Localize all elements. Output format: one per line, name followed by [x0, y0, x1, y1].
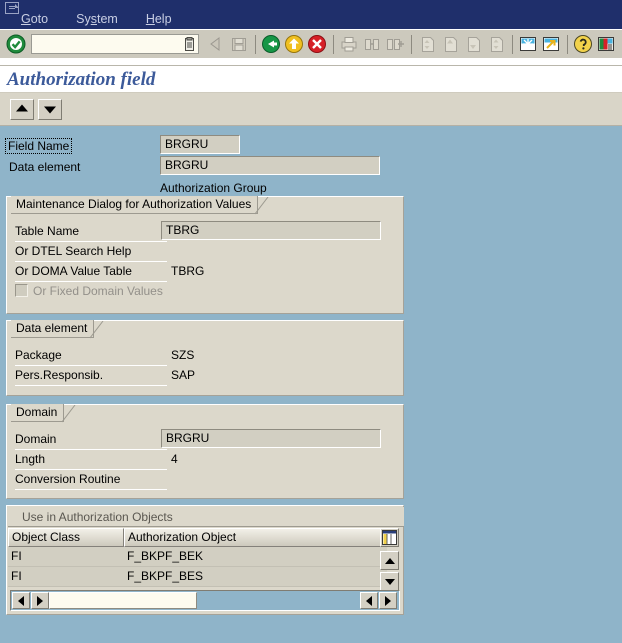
group-title-slash — [255, 197, 271, 215]
usage-table-caption: Use in Authorization Objects — [8, 507, 404, 527]
toolbar-separator — [255, 34, 256, 54]
group-title-slash — [90, 321, 106, 339]
command-field[interactable] — [31, 34, 199, 54]
menu-item-system[interactable]: System — [73, 12, 121, 27]
title-strip — [0, 58, 622, 66]
scroll-left-button[interactable] — [12, 592, 30, 609]
new-session-button[interactable] — [517, 33, 539, 55]
table-row[interactable]: FI F_BKPF_BEK — [8, 547, 387, 567]
toolbar-separator — [411, 34, 412, 54]
domain-input[interactable]: BRGRU — [161, 429, 381, 448]
table-name-label: Table Name — [15, 224, 80, 238]
scroll-down-button[interactable] — [380, 572, 399, 591]
table-name-input[interactable]: TBRG — [161, 221, 381, 240]
field-name-label: Field Name — [5, 138, 73, 154]
standard-toolbar — [0, 29, 622, 58]
domain-group: Domain Domain BRGRU Lngth 4 Conversion R… — [6, 404, 404, 499]
conversion-routine-label: Conversion Routine — [15, 472, 121, 486]
cell-object-class: FI — [8, 567, 124, 587]
save-button[interactable] — [228, 33, 250, 55]
create-shortcut-button[interactable] — [540, 33, 562, 55]
person-responsible-value: SAP — [171, 368, 196, 382]
layout-menu-button[interactable] — [595, 33, 617, 55]
usage-table-control: Use in Authorization Objects Object Clas… — [6, 505, 404, 615]
maintenance-dialog-group: Maintenance Dialog for Authorization Val… — [6, 196, 404, 314]
back-button[interactable] — [260, 33, 282, 55]
column-settings-icon[interactable] — [380, 528, 399, 547]
cell-authorization-object: F_BKPF_BEK — [124, 547, 387, 567]
dtel-search-help-label: Or DTEL Search Help — [15, 244, 132, 258]
column-header-authorization-object[interactable]: Authorization Object — [124, 528, 387, 547]
data-element-row: Data element — [9, 158, 80, 178]
find-next-button[interactable] — [384, 33, 406, 55]
previous-entry-button[interactable] — [10, 98, 34, 120]
domain-label: Domain — [15, 432, 57, 446]
label-underline — [15, 281, 167, 282]
fixed-domain-values-label: Or Fixed Domain Values — [33, 284, 163, 298]
package-value: SZS — [171, 348, 195, 362]
first-page-button[interactable] — [416, 33, 438, 55]
back-arrow-button[interactable] — [205, 33, 227, 55]
cell-authorization-object: F_BKPF_BES — [124, 567, 387, 587]
menu-item-goto[interactable]: GGotooto — [18, 12, 51, 27]
next-page-button[interactable] — [462, 33, 484, 55]
page-title: Authorization field — [0, 66, 622, 93]
field-name-input[interactable]: BRGRU — [160, 135, 240, 154]
data-element-description: Authorization Group — [160, 181, 267, 195]
toolbar-separator — [333, 34, 334, 54]
command-history-icon[interactable] — [183, 37, 196, 52]
menu-bar: GGotooto System Help — [0, 0, 622, 29]
person-responsible-label: Pers.Responsib. — [15, 368, 104, 382]
data-element-input[interactable]: BRGRU — [160, 156, 380, 175]
group-title-slash — [62, 405, 78, 423]
data-element-group-title: Data element — [11, 320, 95, 338]
table-row[interactable]: FI F_BKPF_BES — [8, 567, 387, 587]
question-help-icon[interactable] — [572, 33, 594, 55]
data-element-label: Data element — [9, 160, 81, 174]
length-value: 4 — [171, 452, 178, 466]
exit-button[interactable] — [283, 33, 305, 55]
green-check-enter-icon[interactable] — [5, 33, 27, 55]
scroll-up-button[interactable] — [380, 551, 399, 570]
find-button[interactable] — [361, 33, 383, 55]
toolbar-separator — [567, 34, 568, 54]
length-label: Lngth — [15, 452, 46, 466]
scroll-right-button[interactable] — [379, 592, 397, 609]
screen-canvas: Field Name BRGRU Data element BRGRU Auth… — [0, 126, 622, 643]
package-label: Package — [15, 348, 62, 362]
usage-table-body: FI F_BKPF_BEK FI F_BKPF_BES — [8, 547, 387, 587]
toolbar-separator — [512, 34, 513, 54]
next-entry-button[interactable] — [38, 98, 62, 120]
application-toolbar — [0, 93, 622, 126]
horizontal-scrollbar-thumb[interactable] — [49, 592, 197, 609]
command-input[interactable] — [35, 36, 183, 52]
usage-table-header: Object Class Authorization Object — [8, 528, 387, 547]
previous-page-button[interactable] — [439, 33, 461, 55]
domain-group-title: Domain — [11, 404, 65, 422]
scroll-right-page-button[interactable] — [360, 592, 378, 609]
horizontal-scrollbar[interactable] — [10, 590, 400, 611]
label-underline — [15, 489, 167, 490]
doma-value-table-label: Or DOMA Value Table — [15, 264, 132, 278]
print-button[interactable] — [338, 33, 360, 55]
maintenance-dialog-group-title: Maintenance Dialog for Authorization Val… — [11, 196, 259, 214]
doma-value-table-value: TBRG — [171, 264, 205, 278]
field-name-row: Field Name — [5, 137, 73, 157]
column-header-object-class[interactable]: Object Class — [8, 528, 124, 547]
fixed-domain-values-checkbox-row[interactable]: Or Fixed Domain Values — [15, 284, 163, 298]
scroll-left-page-button[interactable] — [31, 592, 49, 609]
cell-object-class: FI — [8, 547, 124, 567]
data-element-group: Data element Package SZS Pers.Responsib.… — [6, 320, 404, 396]
label-underline — [15, 385, 167, 386]
menu-list: GGotooto System Help — [18, 12, 175, 27]
cancel-button[interactable] — [306, 33, 328, 55]
last-page-button[interactable] — [485, 33, 507, 55]
fixed-domain-values-checkbox — [15, 284, 28, 297]
menu-item-help[interactable]: Help — [143, 12, 175, 27]
